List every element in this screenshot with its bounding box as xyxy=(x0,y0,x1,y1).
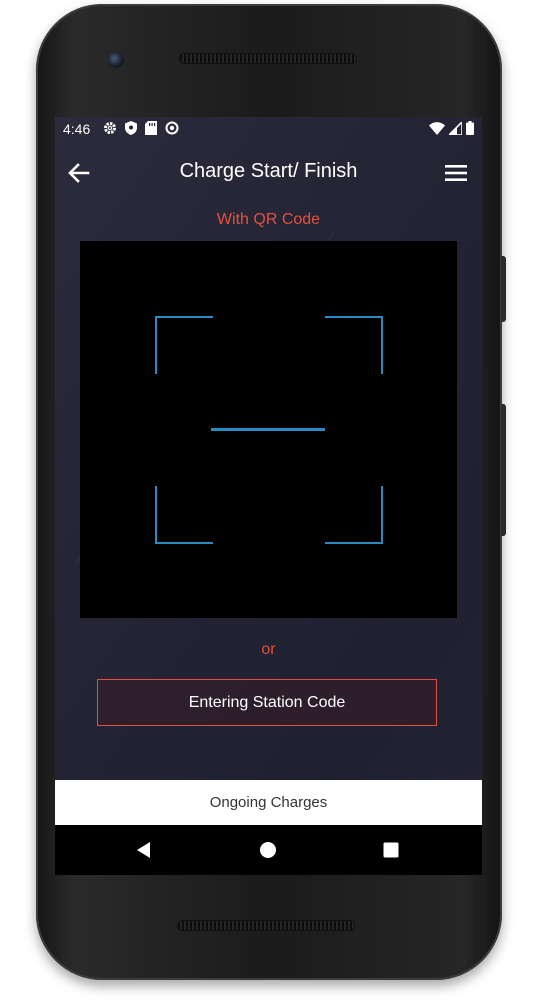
power-button xyxy=(501,256,506,322)
volume-button xyxy=(501,404,506,536)
nav-back-button[interactable] xyxy=(132,838,156,862)
scanner-corner-bottom-right xyxy=(325,486,383,544)
battery-icon xyxy=(466,121,474,138)
scanner-corner-top-right xyxy=(325,316,383,374)
status-bar: 4:46 xyxy=(55,117,482,141)
scanner-corner-bottom-left xyxy=(155,486,213,544)
screen: 4:46 Charge Start/ Finish With QR Code o… xyxy=(55,117,482,875)
page-title: Charge Start/ Finish xyxy=(179,160,358,182)
front-camera xyxy=(108,52,124,68)
qr-section-label: With QR Code xyxy=(216,211,321,228)
bottom-speaker xyxy=(178,921,354,930)
nav-home-button[interactable] xyxy=(256,838,280,862)
ongoing-charges-button[interactable]: Ongoing Charges xyxy=(55,780,482,825)
top-speaker xyxy=(180,54,356,63)
home-circle-icon xyxy=(260,842,276,858)
shield-icon xyxy=(125,121,137,138)
nav-recents-button[interactable] xyxy=(379,838,403,862)
menu-button[interactable] xyxy=(442,159,470,187)
wifi-icon xyxy=(429,121,445,138)
sd-card-icon xyxy=(145,121,157,138)
enter-station-code-button[interactable]: Entering Station Code xyxy=(97,679,437,726)
or-separator: or xyxy=(261,641,276,658)
hamburger-menu-icon xyxy=(445,165,467,181)
system-nav-bar xyxy=(55,825,482,875)
scanner-scan-line xyxy=(211,428,325,431)
data-saver-icon xyxy=(165,121,179,138)
status-icons-right xyxy=(429,119,474,138)
qr-scanner-viewfinder[interactable] xyxy=(80,241,457,618)
gear-icon xyxy=(103,121,117,138)
scanner-corner-top-left xyxy=(155,316,213,374)
app-bar: Charge Start/ Finish xyxy=(55,147,482,199)
back-triangle-icon xyxy=(137,842,150,858)
recents-square-icon xyxy=(383,842,399,858)
signal-icon xyxy=(447,119,463,138)
status-icons-left xyxy=(103,121,179,138)
status-time: 4:46 xyxy=(63,121,91,137)
